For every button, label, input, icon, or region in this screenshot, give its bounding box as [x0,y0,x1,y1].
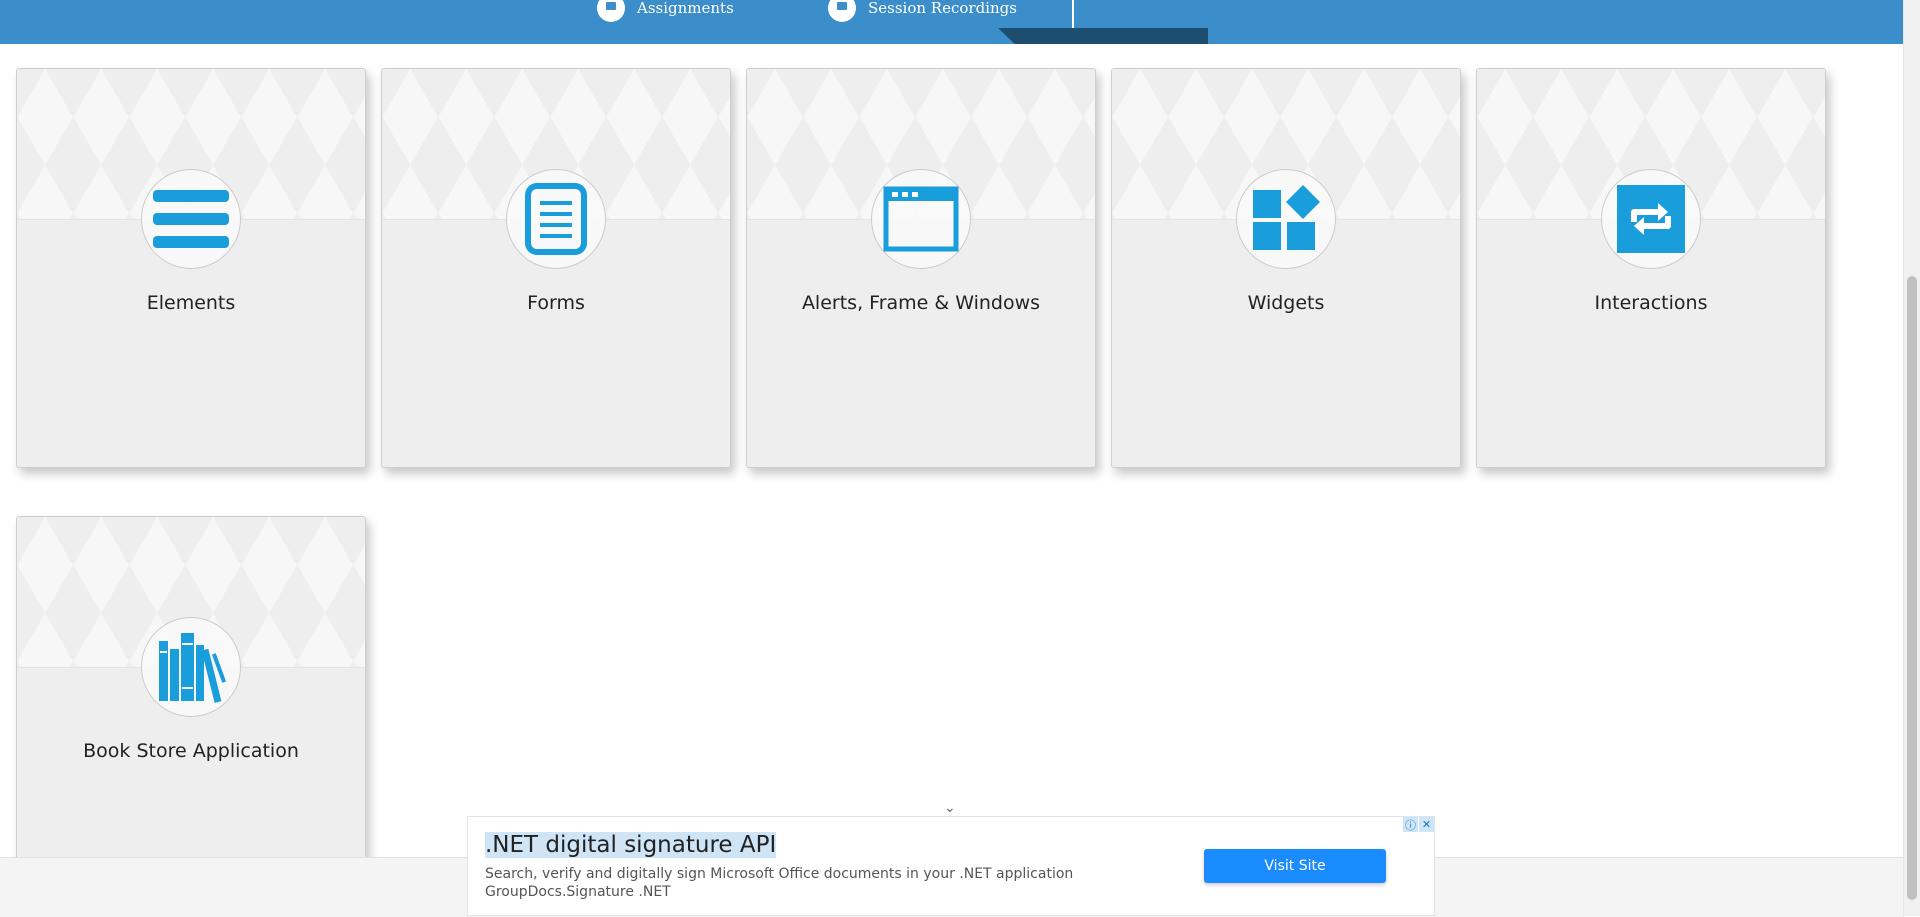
ad-title[interactable]: .NET digital signature API [485,832,777,858]
card-interactions[interactable]: Interactions [1476,68,1826,468]
hamburger-icon [153,190,229,248]
ad-description: Search, verify and digitally sign Micros… [485,866,1074,882]
card-avatar [1236,169,1336,269]
ad-sponsor: GroupDocs.Signature .NET [485,884,671,900]
browser-window-icon [883,186,959,252]
card-title: Widgets [1247,292,1325,314]
chevron-down-icon[interactable]: ⌄ [944,800,956,816]
close-icon[interactable]: ✕ [1419,817,1434,832]
card-widgets[interactable]: Widgets [1111,68,1461,468]
card-title: Interactions [1594,292,1708,314]
repeat-arrows-icon [1617,185,1685,253]
headphones-icon [828,0,856,22]
scrollbar-thumb[interactable] [1907,276,1917,900]
banner-tab-decoration [998,28,1208,44]
books-icon [159,633,227,703]
card-elements[interactable]: Elements [16,68,366,468]
widgets-icon [1253,185,1320,250]
card-book-store-application[interactable]: Book Store Application [16,516,366,916]
card-forms[interactable]: Forms [381,68,731,468]
assignments-label: Assignments [637,0,734,17]
card-title: Book Store Application [83,740,299,762]
card-title: Elements [146,292,236,314]
card-avatar [506,169,606,269]
card-avatar [141,617,241,717]
vertical-scrollbar[interactable] [1903,0,1920,916]
banner-divider [1072,0,1074,28]
assignments-link[interactable]: Assignments [597,0,734,22]
visit-site-button[interactable]: Visit Site [1204,849,1386,883]
card-avatar [141,169,241,269]
assignments-icon [597,0,625,22]
session-recordings-label: Session Recordings [868,0,1017,17]
document-icon [525,183,587,255]
top-banner: Assignments Session Recordings [0,0,1904,44]
card-avatar [871,169,971,269]
card-avatar [1601,169,1701,269]
session-recordings-link[interactable]: Session Recordings [828,0,1017,22]
card-alerts-frame-windows[interactable]: Alerts, Frame & Windows [746,68,1096,468]
ad-controls: ⓘ ✕ [1402,817,1434,832]
info-icon[interactable]: ⓘ [1403,817,1418,832]
card-title: Alerts, Frame & Windows [801,292,1041,314]
advertisement: .NET digital signature API Search, verif… [467,816,1435,916]
card-title: Forms [527,292,585,314]
